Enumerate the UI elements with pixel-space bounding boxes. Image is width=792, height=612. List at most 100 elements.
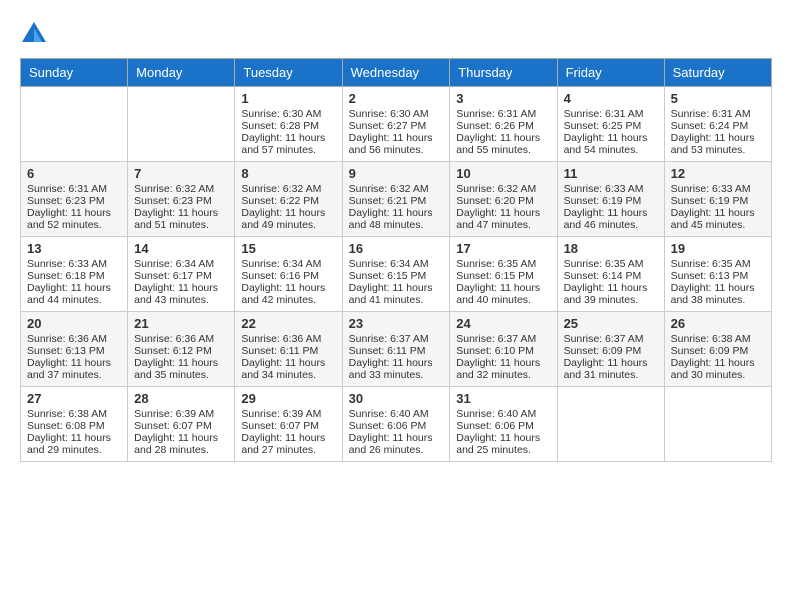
day-number: 7: [134, 166, 228, 181]
day-number: 23: [349, 316, 444, 331]
week-row-4: 20Sunrise: 6:36 AMSunset: 6:13 PMDayligh…: [21, 312, 772, 387]
calendar-cell: 27 Sunrise: 6:38 AMSunset: 6:08 PMDayligh…: [21, 387, 128, 462]
day-number: 15: [241, 241, 335, 256]
sunset-text: Sunset: 6:15 PM: [456, 270, 550, 282]
daylight-text: Daylight: 11 hours and 33 minutes.: [349, 357, 444, 381]
daylight-text: Daylight: 11 hours and 48 minutes.: [349, 207, 444, 231]
column-header-tuesday: Tuesday: [235, 59, 342, 87]
day-number: 28: [134, 391, 228, 406]
sunset-text: Sunset: 6:26 PM: [456, 120, 550, 132]
calendar-cell: [21, 87, 128, 162]
daylight-text: Daylight: 11 hours and 38 minutes.: [671, 282, 765, 306]
sunrise-text: Sunrise: 6:32 AM: [134, 183, 228, 195]
calendar-cell: 1Sunrise: 6:30 AMSunset: 6:28 PMDaylight…: [235, 87, 342, 162]
logo-icon: [20, 20, 48, 48]
daylight-text: Daylight: 11 hours and 32 minutes.: [456, 357, 550, 381]
daylight-text: Daylight: 11 hours and 47 minutes.: [456, 207, 550, 231]
calendar-cell: 25Sunrise: 6:37 AMSunset: 6:09 PMDayligh…: [557, 312, 664, 387]
column-header-saturday: Saturday: [664, 59, 771, 87]
column-header-sunday: Sunday: [21, 59, 128, 87]
sunrise-text: Sunrise: 6:38 AM: [671, 333, 765, 345]
sunset-text: Sunset: 6:24 PM: [671, 120, 765, 132]
daylight-text: Daylight: 11 hours and 35 minutes.: [134, 357, 228, 381]
calendar-cell: 26Sunrise: 6:38 AMSunset: 6:09 PMDayligh…: [664, 312, 771, 387]
sunrise-text: Sunrise: 6:38 AM: [27, 408, 121, 420]
day-number: 24: [456, 316, 550, 331]
sunrise-text: Sunrise: 6:31 AM: [671, 108, 765, 120]
sunrise-text: Sunrise: 6:33 AM: [564, 183, 658, 195]
daylight-text: Daylight: 11 hours and 41 minutes.: [349, 282, 444, 306]
daylight-text: Daylight: 11 hours and 52 minutes.: [27, 207, 121, 231]
sunrise-text: Sunrise: 6:33 AM: [27, 258, 121, 270]
calendar-cell: [664, 387, 771, 462]
calendar-cell: 21Sunrise: 6:36 AMSunset: 6:12 PMDayligh…: [128, 312, 235, 387]
day-number: 9: [349, 166, 444, 181]
day-number: 13: [27, 241, 121, 256]
column-header-monday: Monday: [128, 59, 235, 87]
day-number: 2: [349, 91, 444, 106]
calendar-cell: [128, 87, 235, 162]
calendar-cell: 7 Sunrise: 6:32 AMSunset: 6:23 PMDaylight…: [128, 162, 235, 237]
day-number: 10: [456, 166, 550, 181]
daylight-text: Daylight: 11 hours and 29 minutes.: [27, 432, 121, 456]
sunset-text: Sunset: 6:08 PM: [27, 420, 121, 432]
day-number: 1: [241, 91, 335, 106]
calendar-cell: 17Sunrise: 6:35 AMSunset: 6:15 PMDayligh…: [450, 237, 557, 312]
daylight-text: Daylight: 11 hours and 25 minutes.: [456, 432, 550, 456]
sunset-text: Sunset: 6:11 PM: [241, 345, 335, 357]
day-number: 16: [349, 241, 444, 256]
day-number: 6: [27, 166, 121, 181]
sunrise-text: Sunrise: 6:34 AM: [349, 258, 444, 270]
calendar-cell: 28Sunrise: 6:39 AMSunset: 6:07 PMDayligh…: [128, 387, 235, 462]
sunrise-text: Sunrise: 6:32 AM: [349, 183, 444, 195]
daylight-text: Daylight: 11 hours and 51 minutes.: [134, 207, 228, 231]
sunset-text: Sunset: 6:23 PM: [134, 195, 228, 207]
sunrise-text: Sunrise: 6:40 AM: [456, 408, 550, 420]
day-number: 21: [134, 316, 228, 331]
day-number: 31: [456, 391, 550, 406]
daylight-text: Daylight: 11 hours and 44 minutes.: [27, 282, 121, 306]
day-number: 19: [671, 241, 765, 256]
calendar-cell: 20Sunrise: 6:36 AMSunset: 6:13 PMDayligh…: [21, 312, 128, 387]
calendar-header-row: SundayMondayTuesdayWednesdayThursdayFrid…: [21, 59, 772, 87]
sunrise-text: Sunrise: 6:33 AM: [671, 183, 765, 195]
calendar-cell: 6Sunrise: 6:31 AMSunset: 6:23 PMDaylight…: [21, 162, 128, 237]
sunset-text: Sunset: 6:21 PM: [349, 195, 444, 207]
calendar-cell: 13Sunrise: 6:33 AMSunset: 6:18 PMDayligh…: [21, 237, 128, 312]
sunrise-text: Sunrise: 6:36 AM: [134, 333, 228, 345]
day-number: 30: [349, 391, 444, 406]
calendar-cell: 31Sunrise: 6:40 AMSunset: 6:06 PMDayligh…: [450, 387, 557, 462]
sunrise-text: Sunrise: 6:37 AM: [456, 333, 550, 345]
daylight-text: Daylight: 11 hours and 55 minutes.: [456, 132, 550, 156]
daylight-text: Daylight: 11 hours and 34 minutes.: [241, 357, 335, 381]
day-number: 8: [241, 166, 335, 181]
day-number: 27: [27, 391, 121, 406]
calendar-cell: 16Sunrise: 6:34 AMSunset: 6:15 PMDayligh…: [342, 237, 450, 312]
day-number: 3: [456, 91, 550, 106]
sunrise-text: Sunrise: 6:35 AM: [671, 258, 765, 270]
calendar-cell: 2Sunrise: 6:30 AMSunset: 6:27 PMDaylight…: [342, 87, 450, 162]
daylight-text: Daylight: 11 hours and 39 minutes.: [564, 282, 658, 306]
sunrise-text: Sunrise: 6:39 AM: [241, 408, 335, 420]
daylight-text: Daylight: 11 hours and 30 minutes.: [671, 357, 765, 381]
calendar-cell: 23Sunrise: 6:37 AMSunset: 6:11 PMDayligh…: [342, 312, 450, 387]
day-number: 5: [671, 91, 765, 106]
sunrise-text: Sunrise: 6:30 AM: [241, 108, 335, 120]
sunrise-text: Sunrise: 6:34 AM: [241, 258, 335, 270]
daylight-text: Daylight: 11 hours and 28 minutes.: [134, 432, 228, 456]
week-row-3: 13Sunrise: 6:33 AMSunset: 6:18 PMDayligh…: [21, 237, 772, 312]
calendar-cell: 8Sunrise: 6:32 AMSunset: 6:22 PMDaylight…: [235, 162, 342, 237]
sunset-text: Sunset: 6:27 PM: [349, 120, 444, 132]
logo: [20, 20, 50, 48]
sunset-text: Sunset: 6:23 PM: [27, 195, 121, 207]
day-number: 11: [564, 166, 658, 181]
daylight-text: Daylight: 11 hours and 57 minutes.: [241, 132, 335, 156]
calendar-cell: 22Sunrise: 6:36 AMSunset: 6:11 PMDayligh…: [235, 312, 342, 387]
day-number: 4: [564, 91, 658, 106]
sunset-text: Sunset: 6:09 PM: [671, 345, 765, 357]
calendar-cell: 24Sunrise: 6:37 AMSunset: 6:10 PMDayligh…: [450, 312, 557, 387]
sunrise-text: Sunrise: 6:34 AM: [134, 258, 228, 270]
sunset-text: Sunset: 6:17 PM: [134, 270, 228, 282]
week-row-2: 6Sunrise: 6:31 AMSunset: 6:23 PMDaylight…: [21, 162, 772, 237]
sunset-text: Sunset: 6:22 PM: [241, 195, 335, 207]
